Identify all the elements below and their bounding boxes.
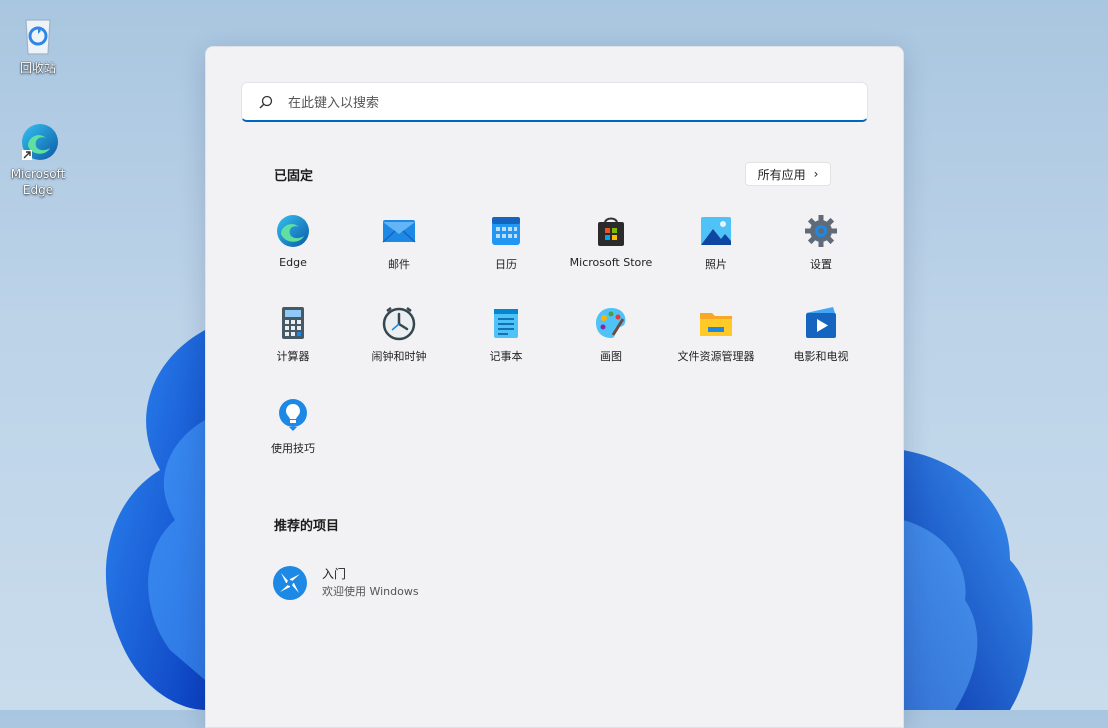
all-apps-button[interactable]: 所有应用 › (745, 162, 831, 186)
app-label: 设置 (810, 258, 832, 271)
desktop-icon-recycle-bin[interactable]: 回收站 (0, 14, 76, 76)
recommended-item-subtitle: 欢迎使用 Windows (322, 585, 419, 598)
app-label: 日历 (495, 258, 517, 271)
chevron-right-icon: › (813, 167, 819, 181)
app-label: Microsoft Store (569, 256, 653, 269)
start-menu: 已固定 所有应用 › Edge 邮件 日历 (205, 46, 904, 728)
pinned-app-edge[interactable]: Edge (233, 207, 353, 285)
recommended-item-title: 入门 (322, 567, 347, 581)
calculator-icon (275, 305, 311, 341)
mail-icon (381, 213, 417, 249)
all-apps-label: 所有应用 (757, 167, 806, 182)
app-label: 计算器 (276, 350, 310, 363)
edge-icon (16, 120, 60, 164)
calendar-icon (488, 213, 524, 249)
app-label: 文件资源管理器 (677, 350, 755, 363)
pinned-app-photos[interactable]: 照片 (656, 207, 776, 285)
desktop-icon-label: 回收站 (19, 61, 56, 75)
app-label: 使用技巧 (271, 442, 315, 455)
folder-icon (698, 305, 734, 341)
app-label: 闹钟和时钟 (371, 350, 427, 363)
pinned-app-clock[interactable]: 闹钟和时钟 (339, 299, 459, 377)
desktop-icon-label: Microsoft Edge (10, 167, 66, 197)
pinned-app-settings[interactable]: 设置 (761, 207, 881, 285)
pinned-app-tips[interactable]: 使用技巧 (233, 391, 353, 469)
pinned-app-paint[interactable]: 画图 (551, 299, 671, 377)
app-label: 电影和电视 (793, 350, 849, 363)
pinned-app-notepad[interactable]: 记事本 (446, 299, 566, 377)
search-input[interactable] (286, 89, 850, 117)
movies-icon (803, 305, 839, 341)
clock-icon (381, 305, 417, 341)
pinned-app-file-explorer[interactable]: 文件资源管理器 (656, 299, 776, 377)
search-box[interactable] (241, 82, 868, 122)
gear-icon (803, 213, 839, 249)
search-icon (259, 95, 273, 109)
store-icon (593, 213, 629, 249)
app-label: Edge (279, 256, 307, 269)
recommended-item-get-started[interactable]: 入门 欢迎使用 Windows (272, 561, 572, 605)
app-label: 照片 (705, 258, 727, 271)
app-label: 记事本 (489, 350, 523, 363)
recommended-title: 推荐的项目 (274, 519, 340, 534)
pinned-app-movies-tv[interactable]: 电影和电视 (761, 299, 881, 377)
get-started-icon (272, 565, 308, 601)
tips-icon (275, 397, 311, 433)
recycle-bin-icon (16, 14, 60, 58)
photos-icon (698, 213, 734, 249)
pinned-app-calculator[interactable]: 计算器 (233, 299, 353, 377)
app-label: 邮件 (388, 258, 410, 271)
paint-icon (593, 305, 629, 341)
desktop-icon-edge[interactable]: Microsoft Edge (0, 120, 76, 198)
pinned-app-store[interactable]: Microsoft Store (551, 207, 671, 285)
pinned-title: 已固定 (274, 169, 314, 184)
edge-icon (275, 213, 311, 249)
app-label: 画图 (600, 350, 622, 363)
pinned-app-mail[interactable]: 邮件 (339, 207, 459, 285)
pinned-app-calendar[interactable]: 日历 (446, 207, 566, 285)
notepad-icon (488, 305, 524, 341)
